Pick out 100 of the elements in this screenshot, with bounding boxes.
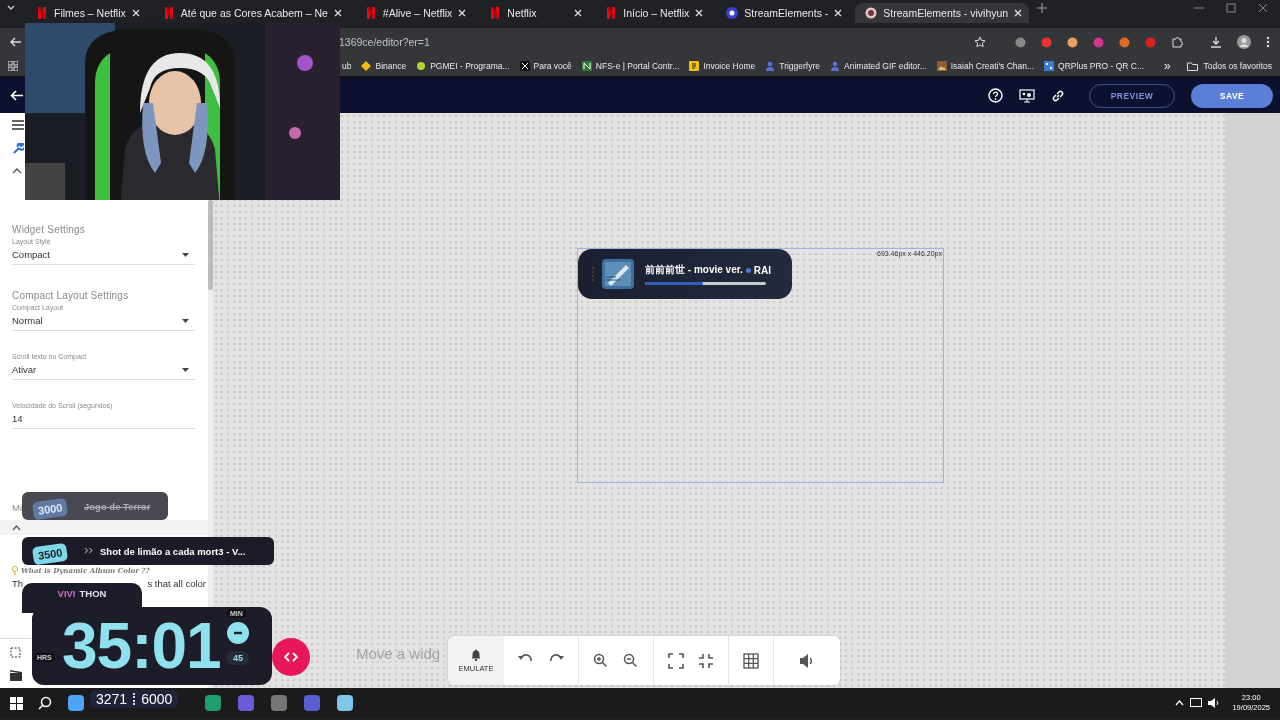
section-heading: Compact Layout Settings [12,290,130,301]
tab-favicon-icon [36,7,48,19]
song-title: 前前前世 - movie ver. [645,263,743,277]
maximize-icon[interactable] [1226,3,1236,13]
folder-icon [1187,61,1199,71]
browser-tab[interactable]: Até que as Cores Acabem – Ne [152,3,349,23]
volume-icon[interactable] [1208,698,1221,708]
bookmark[interactable]: Isaiah Creati's Chan... [936,61,1035,71]
avatar-icon[interactable] [1237,35,1251,49]
network-icon[interactable] [1190,698,1203,708]
extension-icon[interactable] [1119,36,1130,48]
browser-tab[interactable]: Início – Netflix [595,3,711,23]
timer-title: THON [79,588,107,601]
dot-icon [745,267,751,273]
help-text: Th [12,578,24,591]
extension-icon[interactable] [1093,36,1104,48]
square-icon [519,61,530,71]
app-icon[interactable] [67,694,85,712]
goal-amount: 3000 [31,497,69,521]
help-icon[interactable] [988,88,1003,103]
menu-icon[interactable] [1266,36,1270,48]
tab-favicon-icon [726,7,739,19]
note-icon [689,61,700,71]
extension-icon[interactable] [1041,36,1052,48]
caret-up-icon[interactable] [12,168,22,174]
browser-tab[interactable]: StreamElements - vivihyun [855,3,1030,23]
seconds-badge: 45 [227,651,249,665]
section-heading: Widget Settings [12,224,87,235]
scrollbar-thumb[interactable] [208,200,213,290]
exit-fullscreen-icon[interactable] [698,652,714,669]
tab-favicon-icon [162,7,175,19]
download-icon[interactable] [1210,36,1222,48]
artist-name: RAI [753,264,772,276]
address-field[interactable]: 1369ce/editor?er=1 [339,36,430,48]
dot-icon [416,61,427,71]
image-icon [936,61,947,71]
bookmark[interactable]: Binance [361,61,407,71]
timer-time: 35:01 [62,620,221,672]
help-text: s that all color [147,578,206,591]
bookmark[interactable]: Para você [519,61,572,71]
puzzle-icon[interactable] [1171,36,1183,48]
goal-text: Shot de limão a cada mort3 - V... [100,545,246,557]
bookmark[interactable]: PGMEI - Programa... [416,61,510,71]
input-field[interactable]: 14 [12,409,195,429]
extension-icon[interactable] [1145,36,1156,48]
dropdown[interactable]: Compact [12,245,195,265]
browser-tab[interactable]: Filmes – Netflix [26,3,147,23]
bookmark[interactable]: ub [342,61,352,71]
bell-icon [471,648,481,661]
diamond-icon [361,61,372,71]
album-art-icon [602,259,634,289]
goal-amount: 3500 [31,542,69,566]
browser-tab[interactable]: Netflix [479,3,590,23]
app-icon[interactable] [270,694,288,712]
save-button[interactable]: SAVE [1191,83,1273,108]
clapperboard-icon[interactable] [10,670,22,681]
dashed-square-icon[interactable] [10,647,21,658]
extension-icon[interactable] [1015,36,1026,48]
browser-tab[interactable]: #Alive – Netflix [354,3,474,23]
new-tab-icon[interactable] [1037,3,1048,13]
browser-tab[interactable]: StreamElements - [716,3,850,23]
back-arrow-icon[interactable] [10,37,21,47]
goal-text: Jogo de Terror [84,500,151,512]
caret-up-icon [12,524,21,531]
more-bookmarks-button[interactable]: » [1164,59,1171,73]
search-icon[interactable] [38,696,52,710]
extension-icon[interactable] [1067,36,1078,48]
caret-down-icon [182,318,189,323]
qr-icon [1044,61,1055,71]
bookmark[interactable]: Animated GIF editor... [830,61,927,71]
apps-icon[interactable] [8,61,18,71]
app-icon[interactable] [204,694,222,712]
grid-icon[interactable] [743,652,759,669]
counter-value: 3271 [96,691,128,707]
timer-title: VIVI [57,588,76,601]
bookmark[interactable]: Triggerfyre [765,61,821,71]
all-bookmarks-button[interactable]: Todos os favoritos [1187,61,1272,71]
app-icon[interactable] [336,694,354,712]
bookmark[interactable]: QRPlus PRO - QR C... [1044,61,1145,71]
volume-icon[interactable] [799,652,815,669]
windows-icon[interactable] [10,696,23,710]
zoom-out-icon[interactable] [623,652,639,669]
menu-icon[interactable] [12,120,24,130]
code-icon [284,652,298,662]
tab-favicon-icon [364,7,377,19]
star-icon[interactable] [974,36,986,48]
caret-down-icon [182,252,189,257]
bookmark[interactable]: Invoice Home [689,61,756,71]
lightbulb-icon [12,565,18,575]
caret-down-icon [182,367,189,372]
canvas-hint: Move a widg [356,645,441,662]
fullscreen-icon[interactable] [668,652,684,669]
bookmark[interactable]: NFS-e | Portal Contr... [581,61,680,71]
zoom-in-icon[interactable] [593,652,609,669]
dropdown[interactable]: Normal [12,311,195,331]
figure-icon [765,61,776,71]
figure-icon [830,61,841,71]
monitor-gear-icon[interactable] [1019,88,1035,103]
dropdown[interactable]: Ativar [12,360,195,380]
link-icon[interactable] [1051,88,1065,103]
